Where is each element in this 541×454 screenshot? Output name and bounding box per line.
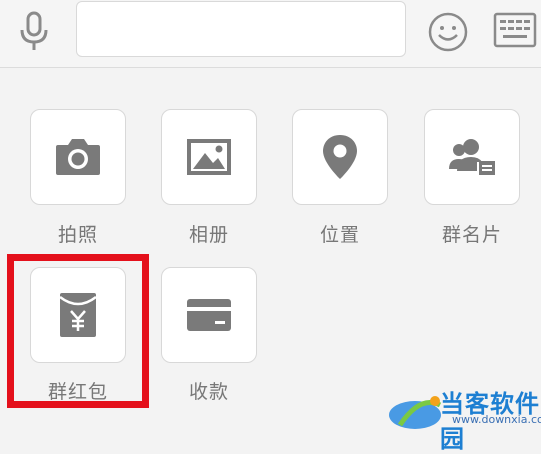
watermark-url: www.downxia.com (452, 413, 541, 426)
emoji-button[interactable] (427, 11, 469, 53)
chat-input-bar (0, 0, 541, 68)
camera-icon (56, 139, 100, 175)
location-button[interactable] (292, 109, 388, 205)
card-icon (187, 299, 231, 331)
location-pin-icon (323, 135, 357, 179)
album-label: 相册 (188, 224, 229, 246)
camera-button[interactable] (30, 109, 126, 205)
keyboard-icon (493, 12, 537, 48)
contact-card-icon (449, 139, 495, 175)
microphone-icon (20, 11, 48, 50)
message-input[interactable] (76, 1, 406, 57)
smiley-icon (428, 12, 468, 52)
location-label: 位置 (319, 224, 360, 246)
highlight-box (7, 254, 149, 408)
collect-payment-button[interactable] (161, 267, 257, 363)
image-icon (187, 139, 231, 175)
album-button[interactable] (161, 109, 257, 205)
group-card-button[interactable] (424, 109, 520, 205)
group-card-label: 群名片 (441, 224, 502, 246)
microphone-button[interactable] (14, 10, 56, 54)
keyboard-button[interactable] (493, 12, 537, 50)
camera-label: 拍照 (57, 224, 98, 246)
collect-payment-label: 收款 (188, 381, 229, 403)
